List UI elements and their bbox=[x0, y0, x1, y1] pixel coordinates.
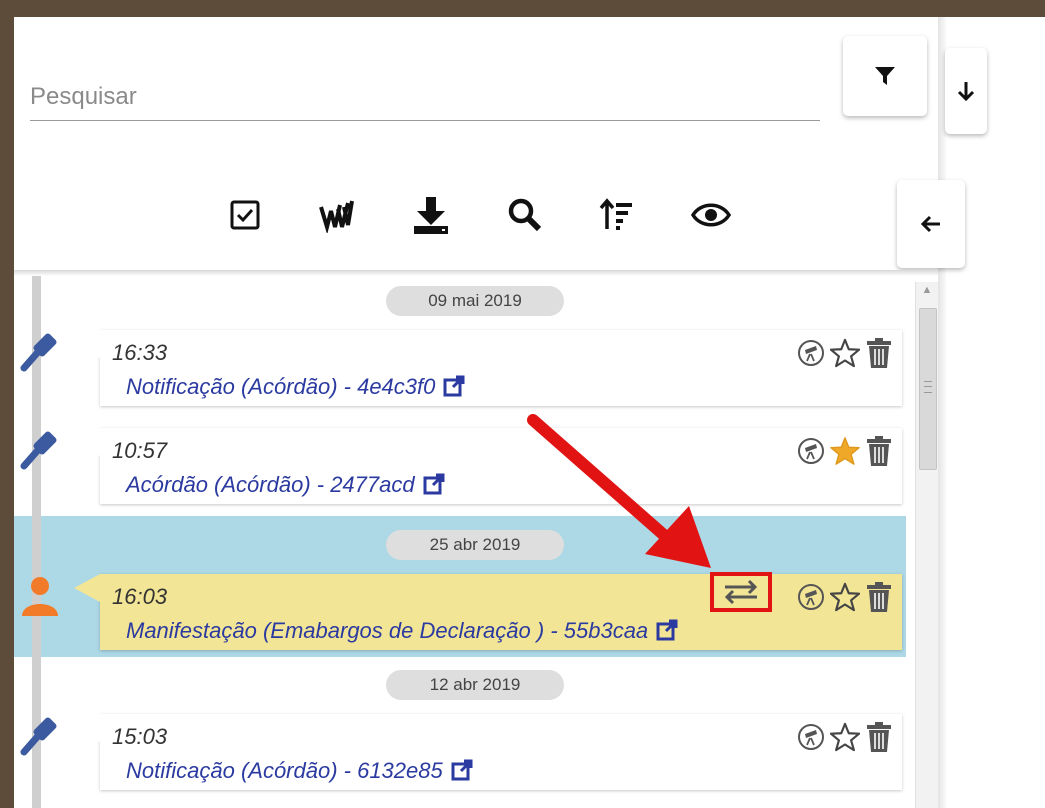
delete-button[interactable] bbox=[864, 336, 894, 370]
search-icon bbox=[508, 198, 542, 232]
gavel-icon bbox=[20, 431, 57, 470]
external-link-icon[interactable] bbox=[451, 759, 473, 781]
item-title-link[interactable]: Notificação (Acórdão) - 6132e85 bbox=[126, 758, 473, 784]
star-button[interactable] bbox=[830, 720, 860, 754]
date-chip: 12 abr 2019 bbox=[386, 670, 564, 700]
trash-icon bbox=[867, 722, 891, 752]
arrow-left-icon bbox=[920, 215, 940, 233]
download-button[interactable] bbox=[408, 190, 454, 240]
telescope-button[interactable] bbox=[796, 336, 826, 370]
grip-icon bbox=[924, 381, 932, 393]
checkbox-icon bbox=[230, 200, 260, 230]
star-outline-icon bbox=[830, 722, 860, 752]
download-icon bbox=[414, 197, 448, 234]
telescope-button[interactable] bbox=[796, 434, 826, 468]
date-chip: 09 mai 2019 bbox=[386, 286, 564, 316]
star-outline-icon bbox=[830, 338, 860, 368]
panel-edge bbox=[938, 17, 946, 808]
telescope-icon bbox=[798, 584, 824, 610]
gavel-icon bbox=[20, 333, 57, 372]
telescope-button[interactable] bbox=[796, 580, 826, 614]
swap-button[interactable] bbox=[710, 572, 772, 612]
documents-button[interactable] bbox=[313, 190, 359, 240]
scroll-thumb[interactable] bbox=[919, 308, 937, 470]
item-time: 15:03 bbox=[112, 724, 168, 749]
eye-icon bbox=[691, 203, 731, 227]
delete-button[interactable] bbox=[864, 720, 894, 754]
sort-icon bbox=[599, 198, 632, 230]
select-all-button[interactable] bbox=[222, 190, 268, 240]
scrollbar[interactable]: ▲ bbox=[915, 282, 938, 808]
header-separator bbox=[14, 270, 938, 276]
telescope-button[interactable] bbox=[796, 720, 826, 754]
timeline-item-selected[interactable]: 16:03 Manifestação (Emabargos de Declara… bbox=[74, 574, 902, 650]
star-filled-icon bbox=[830, 437, 860, 465]
timeline-item[interactable]: 15:03 Notificação (Acórdão) - 6132e85 bbox=[74, 714, 902, 790]
item-time: 16:33 bbox=[112, 340, 168, 365]
sort-button[interactable] bbox=[594, 190, 640, 240]
trash-icon bbox=[867, 436, 891, 466]
star-button[interactable] bbox=[830, 434, 860, 468]
item-title-link[interactable]: Manifestação (Emabargos de Declaração ) … bbox=[126, 618, 678, 644]
collapse-panel-button[interactable] bbox=[897, 180, 965, 268]
external-link-icon[interactable] bbox=[423, 473, 445, 495]
item-title-link[interactable]: Acórdão (Acórdão) - 2477acd bbox=[126, 472, 445, 498]
item-actions bbox=[796, 720, 894, 754]
person-icon bbox=[22, 577, 58, 616]
item-actions bbox=[796, 434, 894, 468]
timeline-item[interactable]: 10:57 Acórdão (Acórdão) - 2477acd bbox=[74, 428, 902, 504]
timeline-item[interactable]: 16:33 Notificação (Acórdão) - 4e4c3f0 bbox=[74, 330, 902, 406]
telescope-icon bbox=[798, 340, 824, 366]
external-link-icon[interactable] bbox=[443, 375, 465, 397]
star-button[interactable] bbox=[830, 580, 860, 614]
item-actions bbox=[796, 580, 894, 614]
item-title-link[interactable]: Notificação (Acórdão) - 4e4c3f0 bbox=[126, 374, 465, 400]
delete-button[interactable] bbox=[864, 434, 894, 468]
telescope-icon bbox=[798, 438, 824, 464]
visibility-button[interactable] bbox=[688, 190, 734, 240]
star-outline-icon bbox=[830, 582, 860, 612]
delete-button[interactable] bbox=[864, 580, 894, 614]
item-time: 16:03 bbox=[112, 584, 168, 609]
scroll-up-icon[interactable]: ▲ bbox=[916, 284, 938, 296]
star-button[interactable] bbox=[830, 336, 860, 370]
item-time: 10:57 bbox=[112, 438, 168, 463]
telescope-icon bbox=[798, 724, 824, 750]
item-actions bbox=[796, 336, 894, 370]
filter-icon bbox=[875, 67, 895, 85]
date-chip: 25 abr 2019 bbox=[386, 530, 564, 560]
sort-direction-button[interactable] bbox=[945, 48, 987, 134]
swap-icon bbox=[724, 579, 758, 605]
external-link-icon[interactable] bbox=[656, 619, 678, 641]
filter-button[interactable] bbox=[843, 36, 927, 116]
window-frame-top bbox=[0, 0, 1045, 17]
gavel-icon bbox=[20, 717, 57, 756]
window-frame-left bbox=[0, 0, 14, 808]
arrow-down-icon bbox=[957, 82, 975, 102]
document-stack-icon bbox=[319, 200, 354, 233]
trash-icon bbox=[867, 582, 891, 612]
search-button[interactable] bbox=[502, 190, 548, 240]
search-input[interactable] bbox=[30, 74, 820, 121]
trash-icon bbox=[867, 338, 891, 368]
